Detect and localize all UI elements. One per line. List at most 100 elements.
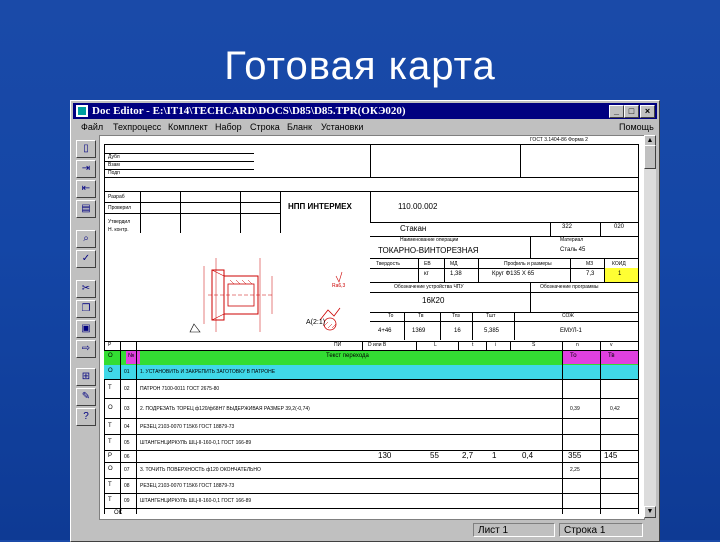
row-to: 0,39	[570, 406, 580, 412]
props-value-md: 1,38	[450, 271, 462, 277]
col-header-d: D или В	[368, 342, 387, 348]
col-header-pi: ПИ	[334, 342, 342, 348]
sign-label-proveril: Проверил	[108, 205, 132, 211]
col-header-v: v	[610, 342, 613, 348]
app-icon[interactable]	[76, 105, 88, 117]
menu-kit[interactable]: Комплект	[168, 120, 208, 134]
table-header	[104, 350, 638, 366]
mode-d: 130	[378, 451, 392, 460]
paste-icon[interactable]: ▣	[76, 320, 96, 338]
gost-label: ГОСТ 3.1404-86 Форма 2	[530, 137, 588, 143]
row-number: 03	[124, 406, 130, 412]
col-header-i: i	[495, 342, 497, 348]
part-sketch	[189, 258, 343, 333]
tree-icon[interactable]: ⊞	[76, 368, 96, 386]
label-program: Обозначение программы	[540, 284, 599, 290]
status-sheet: Лист 1	[473, 523, 555, 537]
menu-help[interactable]: Помощь	[619, 120, 654, 134]
search-document-icon[interactable]: ⌕	[76, 230, 96, 248]
part-name: Стакан	[400, 224, 427, 233]
mode-i: 1	[492, 451, 497, 460]
times-value-coolant: ЕМУЛ-1	[560, 328, 582, 334]
mode-n: 355	[568, 451, 582, 460]
part-code2: 020	[614, 224, 625, 230]
label-material: Материал	[560, 237, 584, 243]
row-text: ШТАНГЕНЦИРКУЛЬ ШЦ-II-160-0,1 ГОСТ 166-89	[140, 498, 252, 504]
new-document-icon[interactable]: ▯	[76, 140, 96, 158]
col-header-t: t	[472, 342, 474, 348]
col-header-n: n	[576, 342, 579, 348]
doc-editor-window: Doc Editor - E:\IT14\TECHCARD\DOCS\D85\D…	[70, 100, 660, 542]
row-kind: О	[108, 368, 113, 374]
document-canvas[interactable]: ГОСТ 3.1404-86 Форма 2 Дубл Взам Подп Ра…	[99, 135, 645, 520]
row-number: 06	[124, 454, 130, 460]
mode-s: 0,4	[522, 451, 534, 460]
label-equipment: Обозначение устройства ЧПУ	[394, 284, 464, 290]
row-kind: Т	[108, 385, 112, 391]
row-number: 02	[124, 386, 130, 392]
row-kind: О	[108, 405, 113, 411]
row-kind: О	[108, 466, 113, 472]
row-number: 05	[124, 440, 130, 446]
mode-v: 145	[604, 451, 618, 460]
window-titlebar[interactable]: Doc Editor - E:\IT14\TECHCARD\DOCS\D85\D…	[73, 103, 657, 119]
menu-file[interactable]: Файл	[81, 120, 103, 134]
machine-model: 16К20	[422, 296, 445, 305]
drawing-number: 110.00.002	[398, 202, 438, 211]
col-header-s: S	[532, 342, 536, 348]
minimize-button[interactable]: _	[609, 105, 624, 118]
props-value-koid: 1	[618, 271, 622, 277]
col-header-l: L	[434, 342, 437, 348]
print-icon[interactable]: ▤	[76, 200, 96, 218]
row-kind: Т	[108, 482, 112, 488]
row-tv: 0,42	[610, 406, 620, 412]
side-label-podp: Подп	[108, 170, 120, 176]
props-header-mz: МЗ	[586, 261, 594, 267]
table-header-tv: Тв	[608, 353, 615, 359]
menu-settings[interactable]: Установки	[321, 120, 363, 134]
col-header-r: Р	[108, 342, 112, 348]
maximize-button[interactable]: □	[624, 105, 639, 118]
menu-line[interactable]: Строка	[250, 120, 280, 134]
row-text: РЕЗЕЦ 2103-0070 Т15К6 ГОСТ 18879-73	[140, 424, 235, 430]
row-text: 1. УСТАНОВИТЬ И ЗАКРЕПИТЬ ЗАГОТОВКУ В ПА…	[140, 369, 276, 375]
edit-icon[interactable]: ✎	[76, 388, 96, 406]
part-code: 322	[562, 224, 573, 230]
org-name: НПП ИНТЕРМЕХ	[288, 202, 352, 211]
copy-icon[interactable]: ❐	[76, 300, 96, 318]
roughness-mark: Ra6,3	[332, 283, 346, 289]
row-kind: Т	[108, 439, 112, 445]
side-label-vzam: Взам	[108, 162, 120, 168]
check-document-icon[interactable]: ✓	[76, 250, 96, 268]
times-header-tv: Тв	[418, 313, 424, 319]
vertical-scrollbar[interactable]: ▲ ▼	[644, 135, 656, 518]
export-icon[interactable]: ⇨	[76, 340, 96, 358]
scroll-thumb[interactable]	[644, 145, 656, 169]
row-kind: Т	[108, 423, 112, 429]
props-header-koid: КОИД	[612, 261, 626, 267]
menu-form[interactable]: Бланк	[287, 120, 312, 134]
sign-label-razrab: Разраб	[108, 194, 125, 200]
row-number: 08	[124, 483, 130, 489]
sign-label-nkontr: Н. контр.	[108, 227, 129, 233]
cut-icon[interactable]: ✂	[76, 280, 96, 298]
row-to: 2,25	[570, 467, 580, 473]
help-icon[interactable]: ?	[76, 408, 96, 426]
row-text: ПАТРОН 7100-0011 ГОСТ 2675-80	[140, 386, 220, 392]
props-header-hardness: Твердость	[376, 261, 400, 267]
times-value-tsht: 5,385	[484, 328, 500, 334]
status-bar: Лист 1 Строка 1	[99, 521, 657, 539]
close-button[interactable]: ×	[640, 105, 655, 118]
row-kind: Т	[108, 497, 112, 503]
status-line: Строка 1	[559, 523, 643, 537]
sketch-label: А(2:1)	[306, 319, 326, 326]
insert-row-icon[interactable]: ⇥	[76, 160, 96, 178]
menu-set[interactable]: Набор	[215, 120, 242, 134]
row-number: 09	[124, 498, 130, 504]
times-value-to: 4+46	[378, 328, 392, 334]
split-icon[interactable]: ⇤	[76, 180, 96, 198]
table-header-num: №	[128, 353, 135, 359]
scroll-down-icon[interactable]: ▼	[644, 506, 656, 518]
menu-bar: Файл Техпроцесс Комплект Набор Строка Бл…	[73, 120, 657, 134]
menu-process[interactable]: Техпроцесс	[113, 120, 161, 134]
